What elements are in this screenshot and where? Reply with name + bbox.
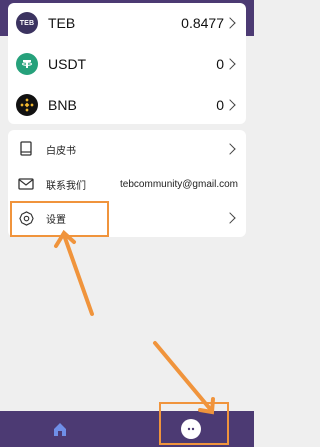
bottom-nav-bar (0, 411, 254, 447)
home-icon[interactable] (52, 421, 68, 437)
chevron-right-icon (224, 143, 236, 155)
menu-item-contact[interactable]: 联系我们 tebcommunity@gmail.com (8, 167, 246, 201)
bnb-icon (16, 94, 38, 116)
menu-item-label: 联系我们 (46, 180, 86, 192)
menu-item-label: 白皮书 (46, 145, 76, 157)
token-balance: 0 (216, 97, 224, 113)
token-row-teb[interactable]: TEB TEB 0.8477 (8, 3, 246, 43)
menu-item-label: 设置 (46, 214, 66, 226)
token-balance: 0 (216, 56, 224, 72)
mail-icon (18, 176, 34, 192)
token-name: USDT (48, 56, 87, 72)
contact-email[interactable]: tebcommunity@gmail.com (120, 179, 238, 190)
teb-icon: TEB (16, 12, 38, 34)
chevron-right-icon (224, 58, 236, 70)
token-name: BNB (48, 97, 77, 113)
menu-item-whitepaper[interactable]: 白皮书 (8, 132, 246, 166)
menu-card: 白皮书 联系我们 tebcommunity@gmail.com 设置 (8, 130, 246, 237)
gear-icon (18, 210, 34, 226)
tether-icon (16, 53, 38, 75)
token-balance: 0.8477 (181, 15, 224, 31)
chevron-right-icon (224, 212, 236, 224)
token-row-usdt[interactable]: USDT 0 (8, 44, 246, 84)
arrow-to-nav (153, 341, 213, 412)
token-row-bnb[interactable]: BNB 0 (8, 85, 246, 125)
menu-item-settings[interactable]: 设置 (8, 201, 246, 235)
arrow-to-settings (62, 233, 94, 316)
chevron-right-icon (224, 17, 236, 29)
token-balance-card: TEB TEB 0.8477 USDT 0 BNB 0 (8, 3, 246, 124)
chevron-right-icon (224, 99, 236, 111)
book-icon (18, 141, 34, 157)
chat-bubble-icon[interactable] (181, 419, 201, 439)
token-name: TEB (48, 15, 76, 31)
